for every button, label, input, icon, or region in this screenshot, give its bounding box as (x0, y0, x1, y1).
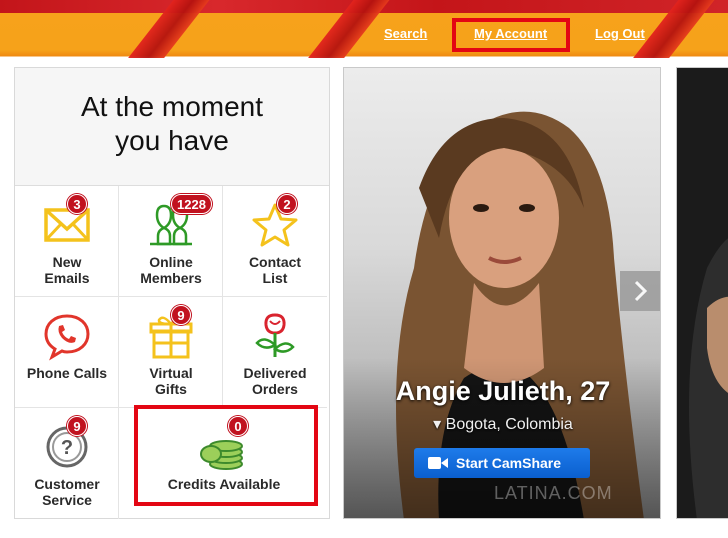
contact-list-badge: 2 (277, 194, 297, 214)
phone-icon (44, 314, 90, 361)
tile-online-members[interactable]: 1228 Online Members (119, 186, 223, 297)
tile-virtual-gifts[interactable]: 9 Virtual Gifts (119, 297, 223, 408)
profile-name[interactable]: Angie Julieth, 27 (344, 376, 660, 407)
contact-list-label: Contact List (248, 254, 302, 286)
location-pin-icon: ▾ (433, 416, 442, 433)
top-bar: Search My Account Log Out (0, 0, 728, 58)
rose-icon (255, 313, 295, 357)
new-emails-badge: 3 (67, 194, 87, 214)
watermark-text: LATINA.COM (494, 483, 613, 503)
customer-service-badge: 9 (67, 416, 87, 436)
online-members-badge: 1228 (171, 194, 212, 214)
tile-customer-service[interactable]: ? 9 Customer Service (15, 408, 119, 519)
next-profile-photo (689, 238, 728, 518)
profile-location: ▾ Bogota, Colombia (344, 414, 660, 434)
camshare-label: Start CamShare (456, 455, 562, 471)
svg-text:?: ? (61, 437, 73, 459)
summary-title-line2: you have (115, 125, 229, 156)
virtual-gifts-badge: 9 (171, 305, 191, 325)
chevron-right-icon (634, 280, 648, 302)
nav-logout-link[interactable]: Log Out (595, 26, 645, 41)
profile-card[interactable]: LATINA.COM Angie Julieth, 27 ▾ Bogota, C… (343, 67, 661, 519)
carousel-next-button[interactable] (620, 271, 660, 311)
start-camshare-button[interactable]: Start CamShare (414, 448, 590, 478)
video-camera-icon (428, 457, 448, 469)
summary-title-line1: At the moment (80, 91, 264, 122)
new-emails-label: New Emails (44, 254, 90, 286)
credits-highlight (134, 405, 318, 506)
profile-location-text: Bogota, Colombia (445, 416, 573, 433)
next-profile-card[interactable] (676, 67, 728, 519)
phone-calls-label: Phone Calls (26, 365, 108, 381)
tile-contact-list[interactable]: 2 Contact List (223, 186, 327, 297)
nav-search-link[interactable]: Search (384, 26, 427, 41)
customer-service-label: Customer Service (34, 476, 100, 508)
delivered-orders-label: Delivered Orders (243, 365, 307, 397)
summary-title: At the moment you have (15, 68, 329, 186)
virtual-gifts-label: Virtual Gifts (149, 365, 193, 397)
tile-phone-calls[interactable]: Phone Calls (15, 297, 119, 408)
my-account-highlight (452, 18, 570, 52)
tile-new-emails[interactable]: 3 New Emails (15, 186, 119, 297)
online-members-label: Online Members (140, 254, 202, 286)
tile-delivered-orders[interactable]: Delivered Orders (223, 297, 327, 408)
